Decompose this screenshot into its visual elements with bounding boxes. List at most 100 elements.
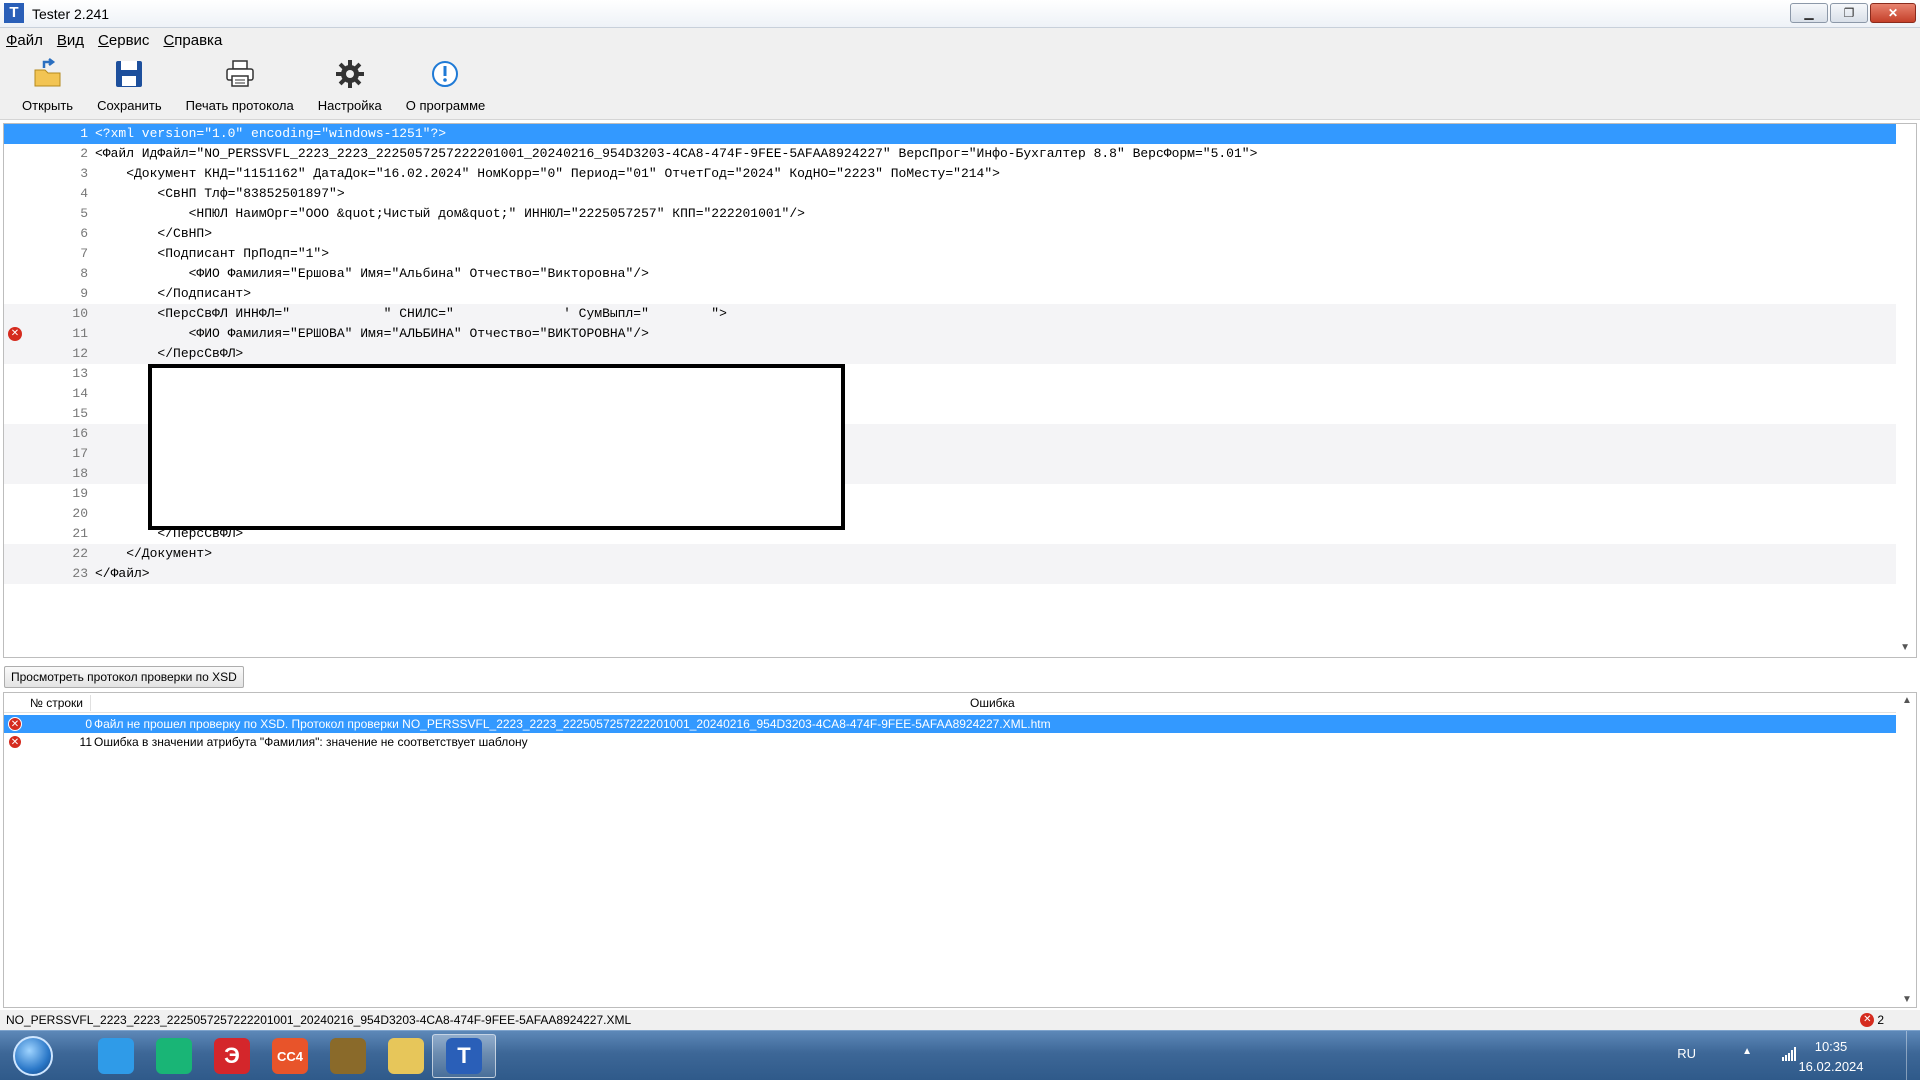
save-button[interactable]: Сохранить xyxy=(87,52,172,119)
menu-service[interactable]: Сервис xyxy=(98,32,149,49)
status-error-count[interactable]: ✕ 2 xyxy=(1860,1010,1884,1030)
chat-green-icon xyxy=(156,1038,192,1074)
taskbar-app-tester[interactable]: T xyxy=(432,1034,496,1078)
editor-line[interactable]: 9 </Подписант> xyxy=(4,284,1896,304)
editor-line[interactable]: 8 <ФИО Фамилия="Ершова" Имя="Альбина" От… xyxy=(4,264,1896,284)
open-label: Открыть xyxy=(22,98,74,113)
gear-icon xyxy=(332,56,368,92)
print-button[interactable]: Печать протокола xyxy=(176,52,304,119)
settings-button[interactable]: Настройка xyxy=(308,52,392,119)
line-code: <СвНП Тлф="83852501897"> xyxy=(95,186,345,201)
line-number: 23 xyxy=(72,566,88,581)
error-list-header: № строки Ошибка xyxy=(4,693,1896,713)
taskbar: Э CC4 T RU ▲ 10:35 16.02.2024 xyxy=(0,1030,1920,1080)
print-label: Печать протокола xyxy=(185,98,294,113)
editor-line[interactable]: 22 </Документ> xyxy=(4,544,1896,564)
line-number: 14 xyxy=(72,386,88,401)
close-button[interactable]: ✕ xyxy=(1870,3,1916,23)
scroll-down-icon[interactable]: ▼ xyxy=(1900,994,1914,1005)
editor-line[interactable]: 10 <ПерсСвФЛ ИННФЛ=" " СНИЛС=" ' СумВыпл… xyxy=(4,304,1896,324)
minimize-button[interactable]: ▁ xyxy=(1790,3,1828,23)
error-list[interactable]: № строки Ошибка ▲ ▼ ✕ 0 Файл не прошел про… xyxy=(3,692,1917,1008)
chat-bubble-icon xyxy=(98,1038,134,1074)
start-button[interactable] xyxy=(6,1035,60,1077)
error-row[interactable]: ✕ 11 Ошибка в значении атрибута "Фамилия":… xyxy=(4,733,1896,751)
redaction-box xyxy=(148,364,845,530)
about-button[interactable]: О программе xyxy=(396,52,496,119)
tray-expand-icon[interactable]: ▲ xyxy=(1742,1046,1752,1057)
editor-line[interactable]: 5 <НПЮЛ НаимОрг="ООО &quot;Чистый дом&qu… xyxy=(4,204,1896,224)
line-code: </Документ> xyxy=(95,546,213,561)
abacus-icon xyxy=(330,1038,366,1074)
folder-icon xyxy=(388,1038,424,1074)
line-code: <?xml version="1.0" encoding="windows-12… xyxy=(95,126,447,141)
taskbar-app-messenger2[interactable] xyxy=(142,1034,206,1078)
editor-line[interactable]: 1 <?xml version="1.0" encoding="windows-1… xyxy=(4,124,1896,144)
menu-file[interactable]: Файл xyxy=(6,32,43,49)
cc4-icon: CC4 xyxy=(272,1038,308,1074)
line-number: 7 xyxy=(80,246,88,261)
restore-icon: ❐ xyxy=(1843,6,1855,20)
tester-app-icon: T xyxy=(446,1038,482,1074)
editor-scroll-down-icon[interactable]: ▼ xyxy=(1900,642,1910,653)
menu-help[interactable]: Справка xyxy=(163,32,222,49)
line-number: 19 xyxy=(72,486,88,501)
line-number: 1 xyxy=(80,126,88,141)
editor-line[interactable]: 6 </СвНП> xyxy=(4,224,1896,244)
column-line-number[interactable]: № строки xyxy=(30,696,83,710)
title-bar: T Tester 2.241 ▁ ❐ ✕ xyxy=(0,0,1920,28)
menu-view[interactable]: Вид xyxy=(57,32,84,49)
e-signature-icon: Э xyxy=(214,1038,250,1074)
line-number: 8 xyxy=(80,266,88,281)
error-count-value: 2 xyxy=(1877,1013,1884,1027)
error-icon: ✕ xyxy=(8,327,22,341)
line-code: <ФИО Фамилия="ЕРШОВА" Имя="АЛЬБИНА" Отче… xyxy=(95,326,649,341)
line-number: 21 xyxy=(72,526,88,541)
line-code: </ПерсСвФЛ> xyxy=(95,346,244,361)
close-icon: ✕ xyxy=(1887,6,1899,20)
error-message: Ошибка в значении атрибута "Фамилия": зн… xyxy=(94,735,528,749)
language-indicator[interactable]: RU xyxy=(1677,1046,1696,1061)
editor-line[interactable]: 7 <Подписант ПрПодп="1"> xyxy=(4,244,1896,264)
line-number: 9 xyxy=(80,286,88,301)
taskbar-app-explorer[interactable] xyxy=(374,1034,438,1078)
editor-line[interactable]: 23 </Файл> xyxy=(4,564,1896,584)
column-error[interactable]: Ошибка xyxy=(970,696,1015,710)
scroll-up-icon[interactable]: ▲ xyxy=(1900,695,1914,706)
line-number: 16 xyxy=(72,426,88,441)
app-icon: T xyxy=(4,3,24,23)
clock[interactable]: 10:35 16.02.2024 xyxy=(1786,1037,1876,1077)
line-number: 5 xyxy=(80,206,88,221)
clock-time: 10:35 xyxy=(1814,1039,1848,1054)
line-code: <ПерсСвФЛ ИННФЛ=" " СНИЛС=" ' СумВыпл=" … xyxy=(95,306,727,321)
line-number: 10 xyxy=(72,306,88,321)
show-desktop-button[interactable] xyxy=(1906,1031,1920,1080)
settings-label: Настройка xyxy=(317,98,382,113)
line-number: 12 xyxy=(72,346,88,361)
error-icon: ✕ xyxy=(8,735,22,749)
editor-line[interactable]: 2 <Файл ИдФайл="NO_PERSSVFL_2223_2223_222… xyxy=(4,144,1896,164)
editor-line[interactable]: 12 </ПерсСвФЛ> xyxy=(4,344,1896,364)
view-xsd-protocol-button[interactable]: Просмотреть протокол проверки по XSD xyxy=(4,666,244,688)
editor-line[interactable]: 4 <СвНП Тлф="83852501897"> xyxy=(4,184,1896,204)
line-code: <ФИО Фамилия="Ершова" Имя="Альбина" Отче… xyxy=(95,266,649,281)
error-icon: ✕ xyxy=(1860,1013,1875,1027)
open-button[interactable]: Открыть xyxy=(12,52,83,119)
maximize-button[interactable]: ❐ xyxy=(1830,3,1868,23)
editor-line[interactable]: ✕ 11 <ФИО Фамилия="ЕРШОВА" Имя="АЛЬБИНА" … xyxy=(4,324,1896,344)
xml-editor[interactable]: 1 <?xml version="1.0" encoding="windows-1… xyxy=(3,123,1917,658)
windows-logo-icon xyxy=(13,1036,53,1076)
editor-line[interactable]: 3 <Документ КНД="1151162" ДатаДок="16.02… xyxy=(4,164,1896,184)
taskbar-app-messenger[interactable] xyxy=(84,1034,148,1078)
error-row[interactable]: ✕ 0 Файл не прошел проверку по XSD. Проток… xyxy=(4,715,1896,733)
open-folder-icon xyxy=(30,56,66,92)
error-icon: ✕ xyxy=(8,717,22,731)
taskbar-app-abacus[interactable] xyxy=(316,1034,380,1078)
clock-date: 16.02.2024 xyxy=(1798,1059,1864,1074)
error-line-number: 11 xyxy=(79,735,92,749)
taskbar-app-signature[interactable]: Э xyxy=(200,1034,264,1078)
line-number: 22 xyxy=(72,546,88,561)
taskbar-app-cc4[interactable]: CC4 xyxy=(258,1034,322,1078)
error-message: Файл не прошел проверку по XSD. Протокол… xyxy=(94,717,1051,731)
line-number: 2 xyxy=(80,146,88,161)
